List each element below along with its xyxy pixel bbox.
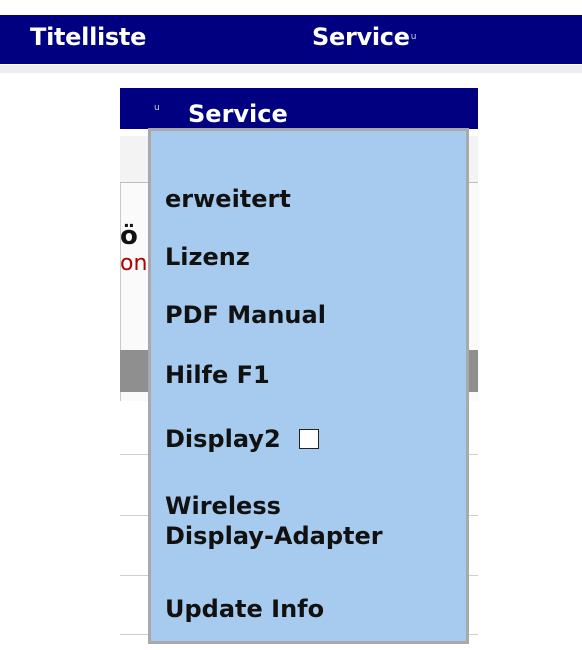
display2-checkbox[interactable] (298, 429, 319, 449)
menu-item-lizenz[interactable]: Lizenz (165, 242, 250, 272)
service-header-label: Service (188, 100, 288, 128)
menubar-shadow-strip (0, 65, 582, 73)
menu-service-shortcut: u (410, 32, 417, 42)
menu-item-wireless-display-adapter[interactable]: Wireless Display-Adapter (165, 491, 383, 551)
wireless-label-line2: Display-Adapter (165, 522, 383, 550)
background-partial-text: ö (120, 221, 138, 251)
background-partial-text-red: on (120, 251, 148, 276)
menu-item-pdf-manual[interactable]: PDF Manual (165, 300, 326, 330)
service-menu-header[interactable]: Service u (120, 88, 478, 129)
service-dropdown-menu: erweitert Lizenz PDF Manual Hilfe F1 Dis… (148, 128, 469, 644)
menu-item-erweitert[interactable]: erweitert (165, 184, 291, 214)
service-header-shortcut: u (154, 103, 160, 113)
menu-service[interactable]: Serviceu (312, 23, 416, 51)
menu-item-hilfe-f1[interactable]: Hilfe F1 (165, 360, 270, 390)
menu-bar: Titelliste Serviceu (0, 15, 582, 64)
menu-service-label: Service (312, 23, 410, 51)
menu-item-display2[interactable]: Display2 (165, 424, 319, 454)
display2-label: Display2 (165, 425, 281, 453)
menu-titelliste[interactable]: Titelliste (30, 23, 146, 51)
wireless-label-line1: Wireless (165, 492, 281, 520)
menu-item-update-info[interactable]: Update Info (165, 594, 324, 624)
